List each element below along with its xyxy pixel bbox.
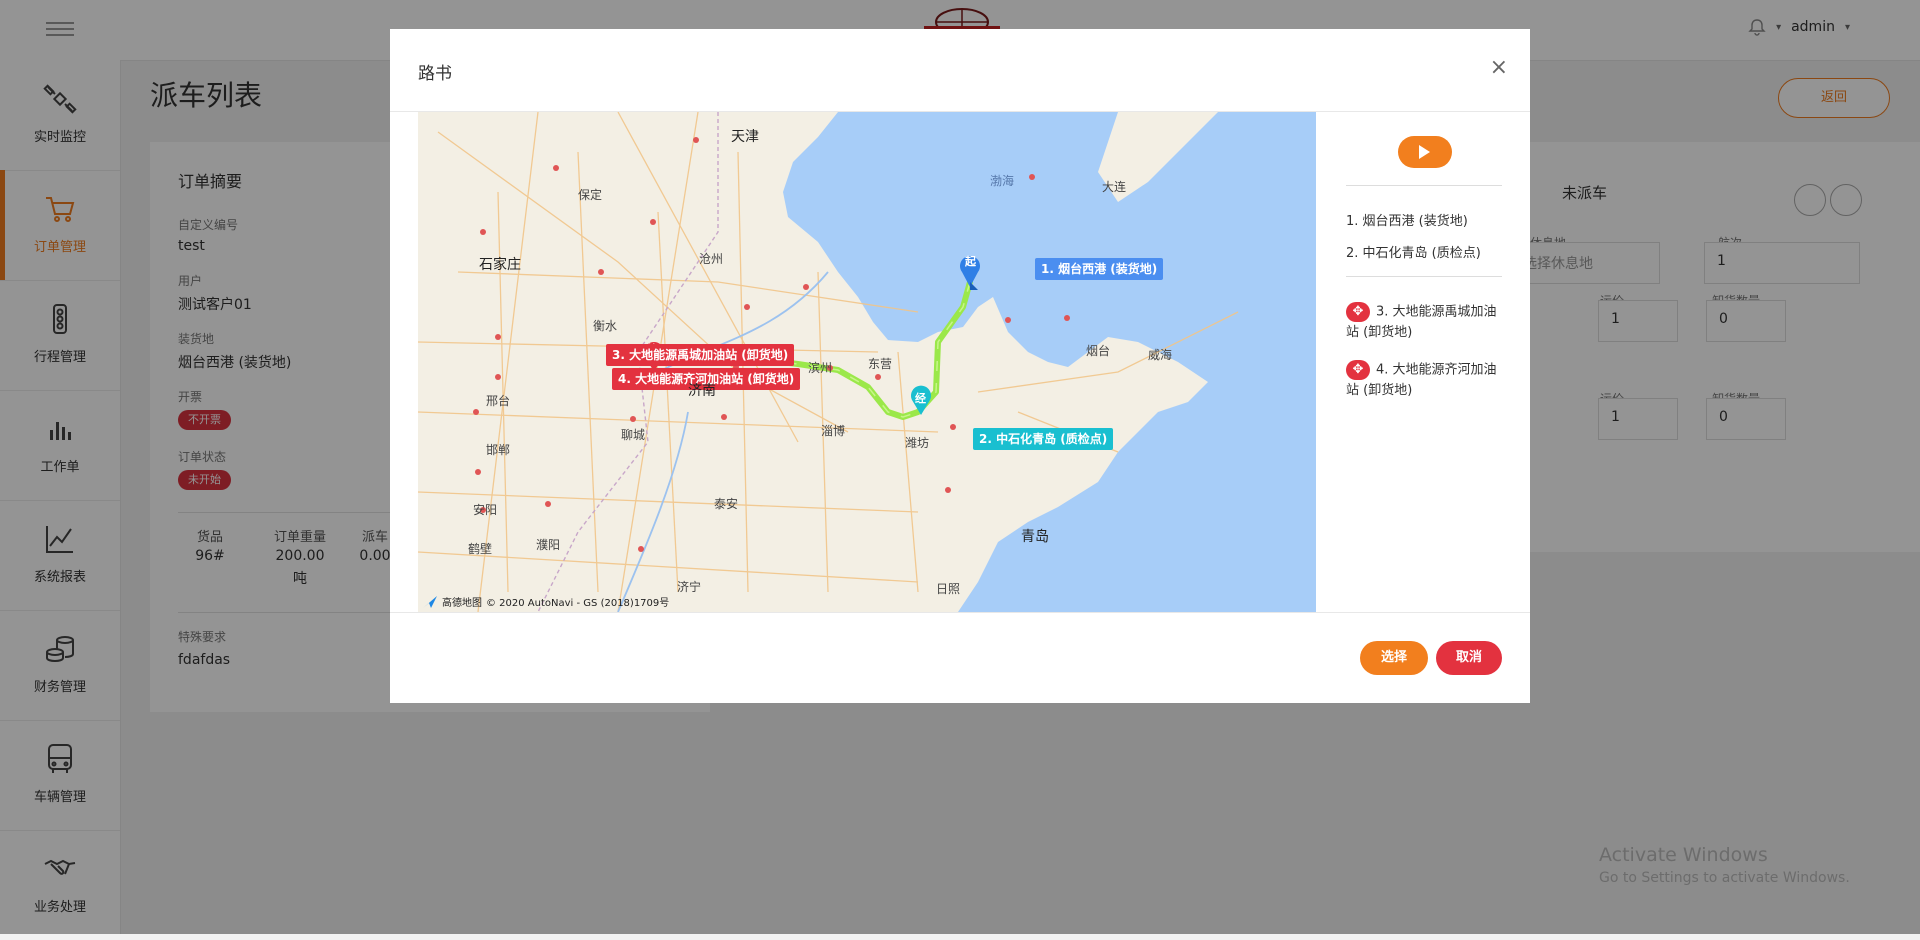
city-label: 滨州 bbox=[808, 361, 833, 375]
stop-item-3[interactable]: ✥ 3. 大地能源禹城加油站 (卸货地) bbox=[1346, 302, 1506, 343]
city-label: 聊城 bbox=[621, 428, 646, 442]
divider bbox=[1346, 185, 1502, 186]
route-map[interactable]: 起 经 终 1. 烟台西港 (装货地) 2. 中石化青岛 (质检点) 3. 大地… bbox=[418, 112, 1316, 612]
city-label: 邯郸 bbox=[486, 443, 511, 457]
city-label: 济南 bbox=[688, 383, 716, 399]
city-label: 泰安 bbox=[714, 497, 739, 511]
select-button[interactable]: 选择 bbox=[1360, 641, 1428, 675]
amap-logo-icon bbox=[423, 595, 437, 608]
city-label: 濮阳 bbox=[536, 538, 561, 552]
divider bbox=[1346, 276, 1502, 277]
start-pin-label: 起 bbox=[965, 255, 976, 268]
stop-item-4[interactable]: ✥ 4. 大地能源齐河加油站 (卸货地) bbox=[1346, 360, 1506, 401]
city-label: 邢台 bbox=[486, 394, 511, 408]
map-credit: 高德地图 © 2020 AutoNavi - GS (2018)1709号 bbox=[422, 594, 669, 609]
stop-item-1[interactable]: 1. 烟台西港 (装货地) bbox=[1346, 212, 1506, 232]
city-label: 安阳 bbox=[473, 503, 498, 517]
sea-label: 渤海 bbox=[990, 174, 1015, 188]
stop-1-map-label[interactable]: 1. 烟台西港 (装货地) bbox=[1035, 258, 1164, 280]
city-label: 沧州 bbox=[699, 252, 724, 266]
city-label: 日照 bbox=[936, 582, 961, 596]
via-pin-label: 经 bbox=[915, 392, 926, 405]
city-label: 大连 bbox=[1102, 180, 1127, 194]
city-label: 鹤壁 bbox=[468, 542, 493, 556]
map-credit-text: © 2020 AutoNavi - GS (2018)1709号 bbox=[486, 598, 670, 609]
modal-title: 路书 bbox=[418, 64, 452, 84]
close-icon[interactable]: × bbox=[1490, 55, 1508, 80]
city-label: 威海 bbox=[1148, 348, 1173, 362]
city-label: 潍坊 bbox=[905, 436, 930, 450]
city-label: 衡水 bbox=[593, 319, 618, 333]
city-label: 石家庄 bbox=[479, 257, 521, 273]
city-label: 保定 bbox=[578, 188, 603, 202]
stop-2-map-label[interactable]: 2. 中石化青岛 (质检点) bbox=[973, 428, 1114, 450]
city-label: 烟台 bbox=[1086, 344, 1111, 358]
city-label: 青岛 bbox=[1021, 529, 1049, 545]
divider bbox=[390, 612, 1530, 613]
stop-item-2[interactable]: 2. 中石化青岛 (质检点) bbox=[1346, 244, 1506, 264]
city-label: 济宁 bbox=[677, 580, 702, 594]
route-book-modal: 路书 × 起 经 1. 烟台西港 (装货地) 2. 中石化青岛 (质检点) 3.… bbox=[390, 29, 1530, 703]
city-label: 淄博 bbox=[821, 424, 846, 438]
drag-move-icon[interactable]: ✥ bbox=[1346, 360, 1370, 380]
cancel-button[interactable]: 取消 bbox=[1436, 641, 1502, 675]
play-icon[interactable] bbox=[1398, 136, 1452, 168]
drag-move-icon[interactable]: ✥ bbox=[1346, 302, 1370, 322]
city-label: 天津 bbox=[731, 129, 759, 145]
city-label: 东营 bbox=[868, 357, 893, 371]
map-credit-logo: 高德地图 bbox=[442, 598, 482, 609]
route-panel: 1. 烟台西港 (装货地) 2. 中石化青岛 (质检点) ✥ 3. 大地能源禹城加… bbox=[1316, 112, 1530, 612]
stop-3-map-label[interactable]: 3. 大地能源禹城加油站 (卸货地) bbox=[606, 344, 795, 366]
